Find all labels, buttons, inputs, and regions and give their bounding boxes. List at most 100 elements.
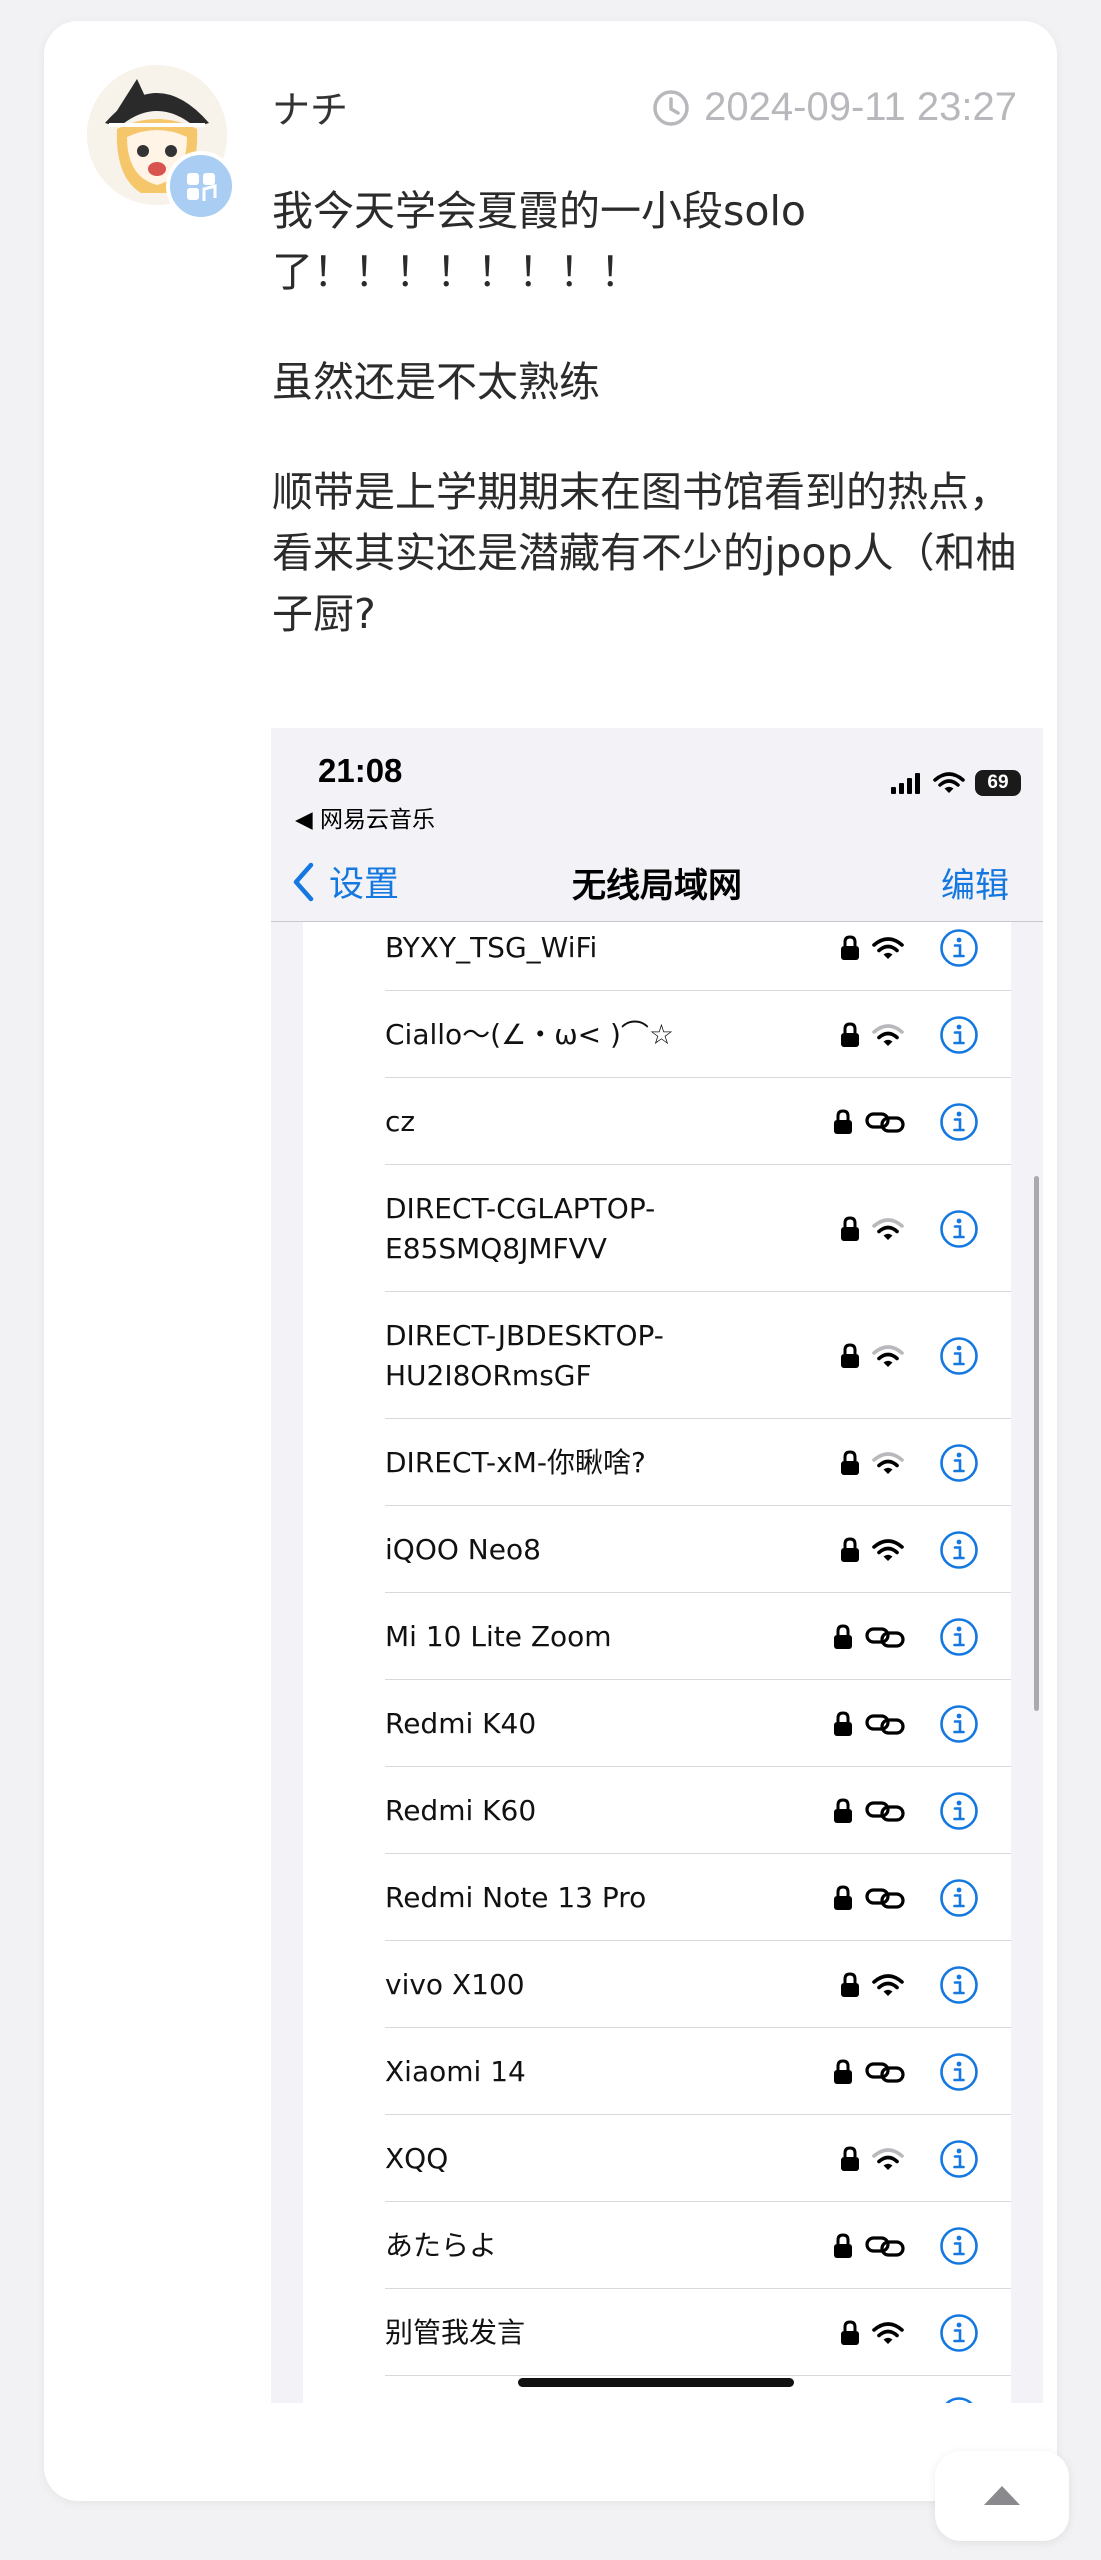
link-icon [865,2235,905,2257]
network-row[interactable]: iQOO Neo8 [303,1506,1011,1593]
lock-icon [841,2319,859,2345]
network-row[interactable]: BYXY_TSG_WiFi [303,922,1011,991]
scrollbar[interactable] [1034,1176,1039,1711]
post-body: 我今天学会夏霞的一小段solo 了！！！！！！！！ 虽然还是不太熟练 顺带是上学… [272,181,1032,694]
network-name: Ciallo～(∠・ω< )⌒☆ [385,1017,675,1051]
info-icon[interactable] [939,1443,979,1483]
info-icon[interactable] [939,2313,979,2353]
info-icon[interactable] [939,1336,979,1376]
status-bar-time: 21:08 [318,752,403,789]
network-name: vivo X100 [385,1967,525,2001]
info-icon[interactable] [939,1704,979,1744]
network-name: XQQ [385,2141,449,2175]
network-row[interactable]: cz [303,1078,1011,1165]
scroll-to-top-button[interactable] [935,2451,1069,2541]
lock-icon [834,1884,852,1910]
wifi-icon [872,1344,904,1367]
network-name: Redmi Note 13 Pro [385,1880,647,1914]
status-wifi-icon [933,772,965,793]
network-row[interactable]: あたらよ [303,2202,1011,2289]
music-badge-icon [187,173,217,201]
cellular-signal-icon [891,773,920,794]
info-icon[interactable] [939,1791,979,1831]
network-row[interactable]: vivo X100 [303,1941,1011,2028]
wifi-icon [872,1451,904,1474]
post-paragraph: 我今天学会夏霞的一小段solo 了！！！！！！！！ [272,187,806,296]
info-icon[interactable] [939,1965,979,2005]
network-name: BYXY_TSG_WiFi [385,930,598,964]
network-name: DIRECT-CGLAPTOP- E85SMQ8JMFVV [385,1191,656,1265]
lock-icon [841,1971,859,1997]
network-name: iQOO Neo8 [385,1532,541,1566]
wifi-icon [872,936,904,959]
wifi-icon [872,1217,904,1240]
network-row[interactable]: 别管我发言 [303,2289,1011,2376]
info-icon[interactable] [939,928,979,968]
wifi-icon [872,1023,904,1046]
info-icon[interactable] [939,2226,979,2266]
network-row[interactable]: DIRECT-CGLAPTOP- E85SMQ8JMFVV [303,1165,1011,1292]
home-indicator [518,2378,794,2387]
network-name: Xiaomi 14 [385,2054,526,2088]
link-icon [865,1626,905,1648]
info-icon[interactable] [939,2396,979,2403]
lock-icon [834,2232,852,2258]
network-list: BYXY_TSG_WiFi Ciallo～(∠・ω< )⌒☆ cz DIRECT-CG… [303,922,1011,2403]
info-icon[interactable] [939,1015,979,1055]
back-to-app-link: ◀ 网易云音乐 [295,807,435,833]
lock-icon [841,1021,859,1047]
nav-edit-button[interactable]: 编辑 [941,858,1009,907]
status-bar-icons: 69 [891,770,1021,796]
info-icon[interactable] [939,1617,979,1657]
wifi-icon [872,1538,904,1561]
lock-icon [841,1536,859,1562]
info-icon[interactable] [939,1878,979,1918]
wifi-icon [872,2321,904,2344]
lock-icon [841,1215,859,1241]
info-icon[interactable] [939,1530,979,1570]
lock-icon [834,1108,852,1134]
lock-icon [834,1710,852,1736]
network-row[interactable]: DIRECT-xM-你瞅啥? [303,1419,1011,1506]
lock-icon [834,1623,852,1649]
link-icon [865,2061,905,2083]
info-icon[interactable] [939,1102,979,1142]
link-icon [865,1111,905,1133]
wifi-icon [872,1973,904,1996]
battery-indicator: 69 [975,770,1021,796]
post-paragraph: 虽然还是不太熟练 [272,358,600,406]
post-timestamp: 2024-09-11 23:27 [652,85,1017,130]
network-row[interactable]: Redmi K60 [303,1767,1011,1854]
network-name: DIRECT-JBDESKTOP- HU2I8ORmsGF [385,1318,664,1392]
info-icon[interactable] [939,2139,979,2179]
lock-icon [834,1797,852,1823]
username[interactable]: ナチ [272,79,348,134]
network-name: Redmi K40 [385,1706,537,1740]
network-row[interactable]: DIRECT-JBDESKTOP- HU2I8ORmsGF [303,1292,1011,1419]
network-name: 别管我发言 [385,2315,526,2349]
network-name: Redmi K60 [385,1793,537,1827]
avatar-badge [166,151,236,221]
info-icon[interactable] [939,1209,979,1249]
post-card: ナチ 2024-09-11 23:27 我今天学会夏霞的一小段solo 了！！！… [44,21,1057,2501]
network-row[interactable]: Ciallo～(∠・ω< )⌒☆ [303,991,1011,1078]
network-name: Mi 10 Lite Zoom [385,1619,612,1653]
network-row[interactable]: Redmi K40 [303,1680,1011,1767]
lock-icon [834,2058,852,2084]
caret-up-icon [984,2486,1020,2505]
link-icon [865,1887,905,1909]
lock-icon [841,1449,859,1475]
network-row[interactable]: Redmi Note 13 Pro [303,1854,1011,1941]
row-separator [385,2375,1011,2376]
attached-screenshot[interactable]: 21:08 ◀ 网易云音乐 69 设置 无线局域网 编辑 BYXY_TSG_Wi… [271,728,1043,2403]
nav-title: 无线局域网 [572,866,742,906]
network-name: DIRECT-xM-你瞅啥? [385,1445,646,1479]
network-row[interactable]: Xiaomi 14 [303,2028,1011,2115]
network-name: cz [385,1104,416,1138]
lock-icon [841,934,859,960]
network-row[interactable]: XQQ [303,2115,1011,2202]
post-paragraph: 顺带是上学期期末在图书馆看到的热点，看来其实还是潜藏有不少的jpop人（和柚子厨… [272,468,1017,638]
timestamp-text: 2024-09-11 23:27 [704,85,1017,129]
info-icon[interactable] [939,2052,979,2092]
network-row[interactable]: Mi 10 Lite Zoom [303,1593,1011,1680]
